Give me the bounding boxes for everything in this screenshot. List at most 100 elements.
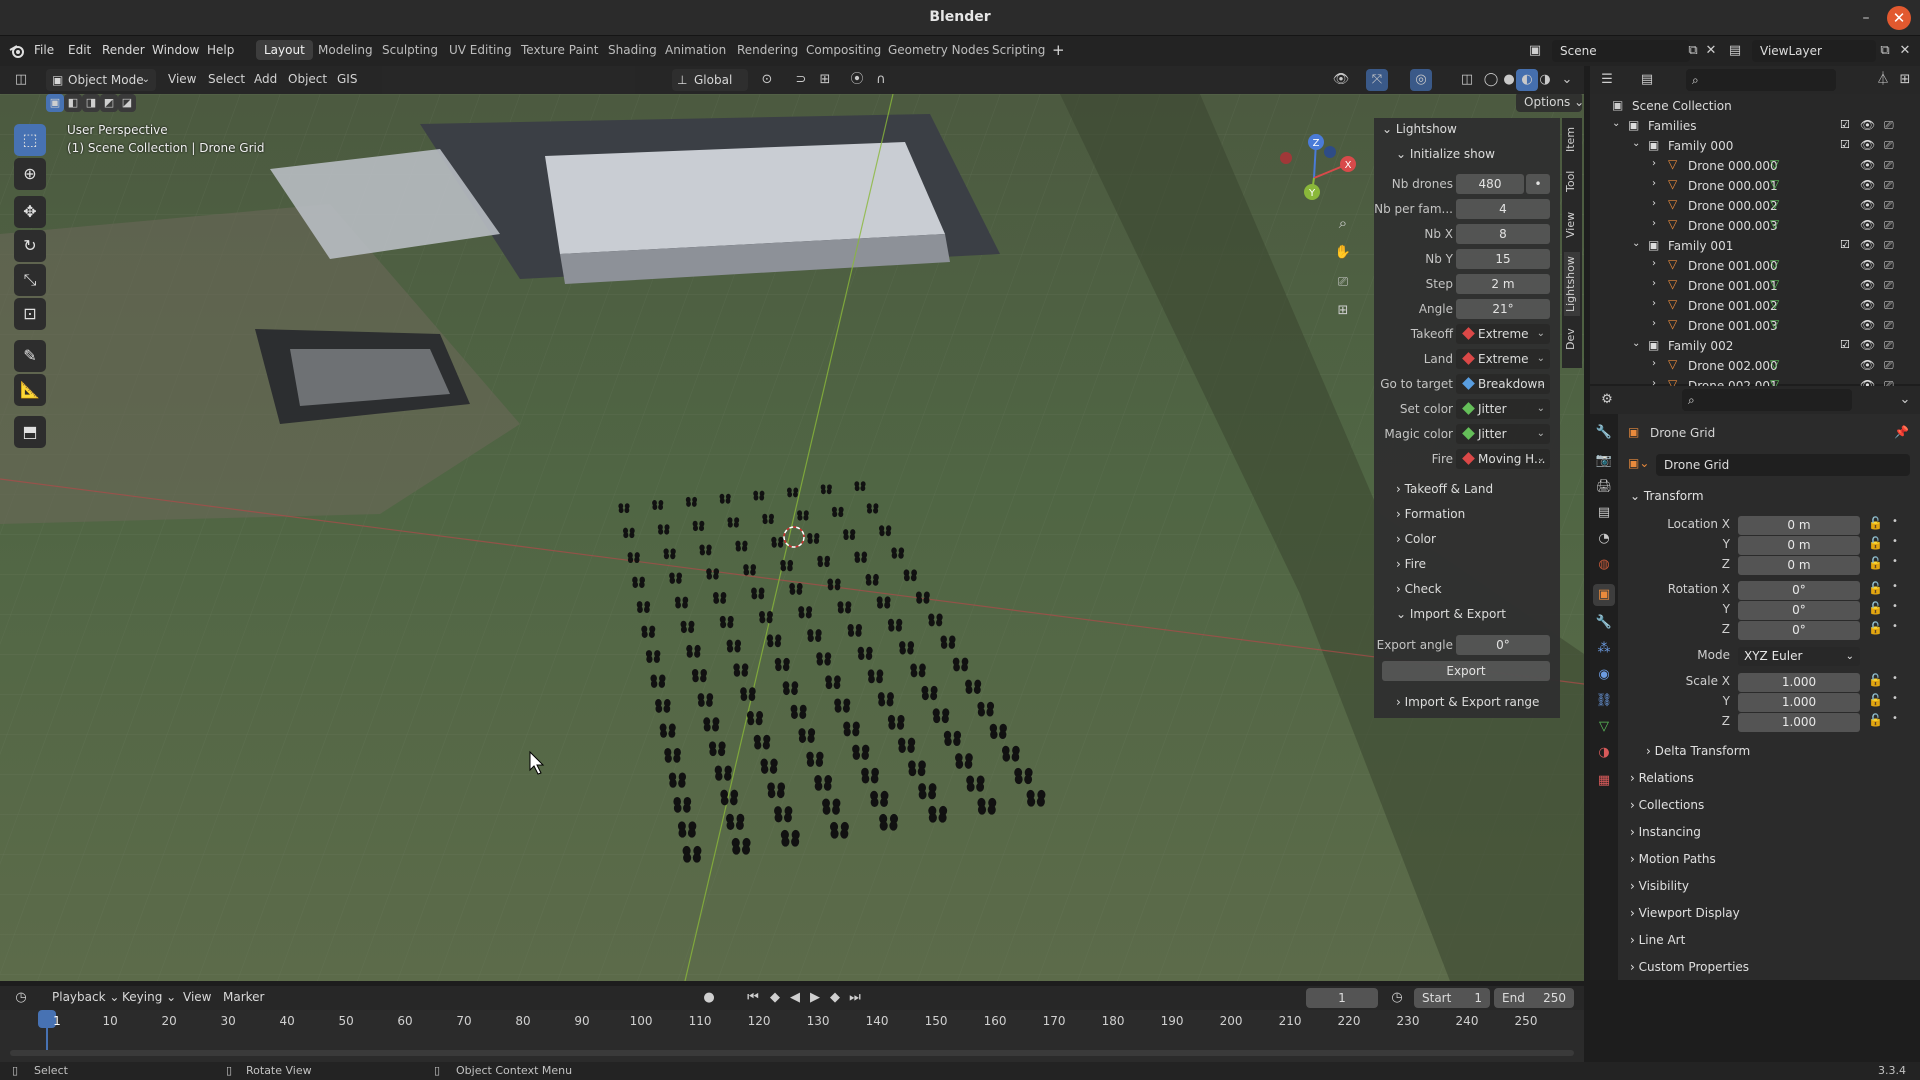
material-tab-icon[interactable]: ◑: [1593, 742, 1615, 764]
eye-icon[interactable]: 👁: [1860, 118, 1875, 132]
lock-icon[interactable]: 🔓: [1868, 713, 1883, 727]
scene-selector-icon[interactable]: ▣: [1524, 40, 1546, 62]
transform-tool-icon[interactable]: ⊡: [14, 298, 46, 330]
particles-tab-icon[interactable]: ⁂: [1593, 638, 1615, 660]
editor-type-icon[interactable]: ◫: [10, 69, 32, 91]
step-field[interactable]: 2 m: [1456, 274, 1550, 294]
outliner-object-row[interactable]: › ▽ Drone 001.003 ▽ 👁 ⎚: [1590, 316, 1920, 336]
eye-icon[interactable]: 👁: [1860, 258, 1875, 272]
preview-range-icon[interactable]: ◷: [1386, 987, 1408, 1009]
camera-restrict-icon[interactable]: ⎚: [1884, 278, 1894, 293]
sidebar-tab-lightshow[interactable]: Lightshow: [1564, 252, 1580, 316]
location-y-field[interactable]: 0 m: [1738, 536, 1860, 555]
select-invert-icon[interactable]: ◩: [100, 94, 118, 112]
outliner-object-row[interactable]: › ▽ Drone 001.000 ▽ 👁 ⎚: [1590, 256, 1920, 276]
sidebar-tab-dev[interactable]: Dev: [1564, 324, 1580, 354]
physics-tab-icon[interactable]: ◉: [1593, 664, 1615, 686]
rotate-tool-icon[interactable]: ↻: [14, 230, 46, 262]
eye-icon[interactable]: 👁: [1860, 278, 1875, 292]
annotate-tool-icon[interactable]: ✎: [14, 340, 46, 372]
object-type-icon[interactable]: ▣⌄: [1628, 456, 1650, 476]
lock-icon[interactable]: 🔓: [1868, 536, 1883, 550]
nb-drones-field[interactable]: 480: [1456, 174, 1524, 194]
tab-rendering[interactable]: Rendering: [729, 40, 806, 60]
xray-toggle-icon[interactable]: ◫: [1456, 69, 1478, 91]
section-custom-properties[interactable]: › Custom Properties: [1630, 955, 1910, 979]
outliner-object-row[interactable]: › ▽ Drone 002.000 ▽ 👁 ⎚: [1590, 356, 1920, 376]
jump-start-icon[interactable]: ⏮: [742, 987, 764, 1009]
expand-arrow-icon[interactable]: ›: [1652, 218, 1656, 229]
camera-restrict-icon[interactable]: ⎚: [1884, 118, 1894, 133]
select-new-icon[interactable]: ▣: [46, 94, 64, 112]
expand-arrow-icon[interactable]: ›: [1652, 358, 1656, 369]
include-checkbox-icon[interactable]: ☑: [1840, 238, 1850, 251]
expand-arrow-icon[interactable]: ⌄: [1632, 138, 1640, 149]
timeline-area[interactable]: 1 10 20 30 40 50 60 70 80 90 100 110 120 130 140 150 160…: [0, 1010, 1584, 1062]
tool-tab-icon[interactable]: 🔧: [1593, 422, 1615, 444]
mesh-data-icon[interactable]: ▽: [1770, 277, 1779, 291]
current-frame-field[interactable]: 1: [1306, 988, 1378, 1008]
snap-target-icon[interactable]: ⊞: [814, 69, 836, 91]
object-name-input[interactable]: Drone Grid: [1656, 454, 1910, 476]
camera-restrict-icon[interactable]: ⎚: [1884, 198, 1894, 213]
navigation-gizmo[interactable]: Z X Y: [1270, 132, 1356, 212]
delete-view-layer-icon[interactable]: ✕: [1894, 40, 1916, 62]
keyframe-dot-icon[interactable]: •: [1892, 581, 1898, 592]
expand-arrow-icon[interactable]: ›: [1652, 198, 1656, 209]
section-collections[interactable]: › Collections: [1630, 793, 1910, 817]
menu-gis[interactable]: GIS: [337, 72, 357, 86]
keyframe-dot-icon[interactable]: •: [1892, 713, 1898, 724]
outliner-object-row[interactable]: › ▽ Drone 000.000 ▽ 👁 ⎚: [1590, 156, 1920, 176]
keying-menu[interactable]: Keying ⌄: [122, 990, 176, 1004]
eye-icon[interactable]: 👁: [1860, 298, 1875, 312]
camera-restrict-icon[interactable]: ⎚: [1884, 338, 1894, 353]
mesh-data-icon[interactable]: ▽: [1770, 317, 1779, 331]
camera-restrict-icon[interactable]: ⎚: [1884, 238, 1894, 253]
eye-icon[interactable]: 👁: [1860, 358, 1875, 372]
object-mode-dropdown[interactable]: ▣ Object Mode ⌄: [46, 69, 156, 91]
outliner-search-input[interactable]: ⌕: [1686, 69, 1836, 91]
editor-type-icon[interactable]: ☰: [1596, 69, 1618, 91]
keyframe-dot-icon[interactable]: •: [1892, 693, 1898, 704]
menu-help[interactable]: Help: [207, 43, 234, 57]
lightshow-panel-header[interactable]: ⌄ Lightshow: [1382, 122, 1457, 136]
expand-arrow-icon[interactable]: ›: [1652, 178, 1656, 189]
scale-y-field[interactable]: 1.000: [1738, 693, 1860, 712]
scene-field[interactable]: Scene: [1552, 40, 1690, 62]
section-line-art[interactable]: › Line Art: [1630, 928, 1910, 952]
view-layer-tab-icon[interactable]: ▤: [1593, 502, 1615, 524]
display-mode-icon[interactable]: ▤: [1636, 69, 1658, 91]
end-frame-field[interactable]: End 250: [1494, 988, 1574, 1008]
eye-icon[interactable]: 👁: [1860, 178, 1875, 192]
outliner-object-row[interactable]: › ▽ Drone 001.001 ▽ 👁 ⎚: [1590, 276, 1920, 296]
select-subtract-icon[interactable]: ◨: [82, 94, 100, 112]
sidebar-tab-tool[interactable]: Tool: [1564, 164, 1580, 198]
nb-per-family-field[interactable]: 4: [1456, 199, 1550, 219]
camera-restrict-icon[interactable]: ⎚: [1884, 318, 1894, 333]
zoom-icon[interactable]: ⌕: [1332, 212, 1354, 234]
menu-edit[interactable]: Edit: [68, 43, 91, 57]
menu-view[interactable]: View: [168, 72, 196, 86]
magic-color-dropdown[interactable]: Jitter ⌄: [1456, 424, 1550, 444]
tab-layout[interactable]: Layout: [256, 40, 313, 60]
camera-restrict-icon[interactable]: ⎚: [1884, 298, 1894, 313]
play-icon[interactable]: ▶: [804, 987, 826, 1009]
tab-geometry-nodes[interactable]: Geometry Nodes: [880, 40, 997, 60]
section-color[interactable]: › Color: [1396, 532, 1436, 546]
angle-field[interactable]: 21°: [1456, 299, 1550, 319]
options-dropdown[interactable]: Options ⌄: [1516, 94, 1582, 112]
delta-transform-header[interactable]: › Delta Transform: [1646, 739, 1910, 763]
object-tab-icon[interactable]: ▣: [1593, 584, 1615, 606]
add-workspace-button[interactable]: +: [1052, 41, 1065, 59]
scene-tab-icon[interactable]: ◔: [1593, 528, 1615, 550]
jump-end-icon[interactable]: ⏭: [844, 987, 866, 1009]
lock-icon[interactable]: 🔓: [1868, 581, 1883, 595]
expand-arrow-icon[interactable]: ⌄: [1632, 238, 1640, 249]
timeline-scrollbar[interactable]: [10, 1050, 1574, 1056]
lock-icon[interactable]: 🔓: [1868, 621, 1883, 635]
move-tool-icon[interactable]: ✥: [14, 196, 46, 228]
lock-icon[interactable]: 🔓: [1868, 601, 1883, 615]
measure-tool-icon[interactable]: 📐: [14, 374, 46, 406]
section-import-export[interactable]: ⌄ Import & Export: [1396, 607, 1506, 621]
cursor-tool-icon[interactable]: ⊕: [14, 158, 46, 190]
